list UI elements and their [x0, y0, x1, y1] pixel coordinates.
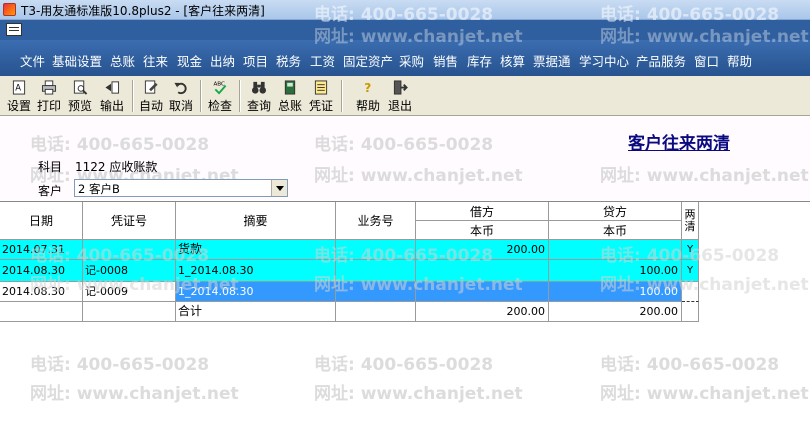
- export-icon: [105, 81, 120, 94]
- col-header-business-no[interactable]: 业务号: [336, 202, 416, 240]
- menu-purchase[interactable]: 采购: [399, 51, 424, 70]
- cancel-button[interactable]: 取消: [167, 78, 195, 114]
- menu-bills[interactable]: 票据通: [533, 51, 571, 70]
- query-button[interactable]: 查询: [245, 78, 273, 114]
- svg-text:?: ?: [364, 81, 371, 95]
- subject-value: 1122 应收账款: [75, 160, 158, 174]
- col-header-debit[interactable]: 借方: [416, 202, 549, 221]
- menu-help[interactable]: 帮助: [727, 51, 752, 70]
- customer-select-value: 2 客户B: [78, 182, 120, 196]
- menu-accounts[interactable]: 往来: [143, 51, 168, 70]
- menu-cash[interactable]: 现金: [177, 51, 202, 70]
- total-label: 合计: [176, 302, 336, 322]
- settings-button[interactable]: A 设置: [5, 78, 33, 114]
- menu-fixed-assets[interactable]: 固定资产: [343, 51, 393, 70]
- menu-cashier[interactable]: 出纳: [210, 51, 235, 70]
- menu-file[interactable]: 文件: [20, 51, 45, 70]
- cell-business-no[interactable]: [336, 240, 416, 260]
- cell-voucher-no[interactable]: [83, 240, 176, 260]
- customer-label: 客户: [38, 184, 63, 198]
- auto-button[interactable]: 自动: [137, 78, 165, 114]
- menu-ledger[interactable]: 总账: [110, 51, 135, 70]
- help-icon: ?: [364, 81, 371, 95]
- customer-select[interactable]: 2 客户B: [74, 179, 288, 197]
- total-credit: 200.00: [549, 302, 682, 322]
- settings-icon: A: [12, 80, 26, 95]
- preview-button[interactable]: 预览: [66, 78, 94, 114]
- cell-debit[interactable]: [416, 260, 549, 282]
- app-icon: [3, 3, 16, 16]
- chevron-down-icon[interactable]: [271, 180, 287, 196]
- undo-icon: [174, 82, 187, 95]
- report-title: 客户往来两清: [628, 134, 730, 154]
- cell-date[interactable]: 2014.08.30: [0, 260, 83, 282]
- ledger-button[interactable]: 总账: [276, 78, 304, 114]
- cell-debit[interactable]: 200.00: [416, 240, 549, 260]
- cell-debit[interactable]: [416, 282, 549, 302]
- cell-credit[interactable]: [549, 240, 682, 260]
- menu-payroll[interactable]: 工资: [310, 51, 335, 70]
- cell-date[interactable]: 2014.07.31: [0, 240, 83, 260]
- cell-cleared[interactable]: Y: [682, 260, 699, 282]
- toolbar: A 设置 打印 预览 输出 自动 取消 ABC 检查 查询 总账 凭证 ? 帮助…: [0, 76, 810, 116]
- col-header-credit[interactable]: 贷方: [549, 202, 682, 221]
- document-icon[interactable]: [6, 23, 22, 36]
- cell-summary[interactable]: 货款: [176, 240, 336, 260]
- col-header-voucher-no[interactable]: 凭证号: [83, 202, 176, 240]
- cell-credit[interactable]: 100.00: [549, 260, 682, 282]
- menu-products[interactable]: 产品服务: [636, 51, 686, 70]
- printer-icon: [41, 80, 57, 95]
- title-bar: T3-用友通标准版10.8plus2 - [客户往来两清]: [0, 0, 810, 20]
- menu-costing[interactable]: 核算: [500, 51, 525, 70]
- help-button[interactable]: ? 帮助: [354, 78, 382, 114]
- menu-sales[interactable]: 销售: [433, 51, 458, 70]
- col-header-cleared[interactable]: 两清: [682, 202, 699, 240]
- cell-cleared[interactable]: [682, 282, 699, 302]
- cell-summary[interactable]: 1_2014.08.30: [176, 282, 336, 302]
- menu-window[interactable]: 窗口: [694, 51, 719, 70]
- menu-project[interactable]: 项目: [243, 51, 268, 70]
- menu-tax[interactable]: 税务: [276, 51, 301, 70]
- spellcheck-icon: ABC: [213, 82, 227, 95]
- auto-icon: [144, 80, 158, 94]
- print-button[interactable]: 打印: [35, 78, 63, 114]
- mdi-strip: [0, 20, 810, 40]
- cell-voucher-no[interactable]: 记-0008: [83, 260, 176, 282]
- cell-voucher-no[interactable]: 记-0009: [83, 282, 176, 302]
- cell-cleared[interactable]: Y: [682, 240, 699, 260]
- col-header-debit-currency[interactable]: 本币: [416, 221, 549, 240]
- total-debit: 200.00: [416, 302, 549, 322]
- voucher-button[interactable]: 凭证: [307, 78, 335, 114]
- cell-credit[interactable]: 100.00: [549, 282, 682, 302]
- svg-text:ABC: ABC: [213, 82, 225, 88]
- exit-icon: [393, 80, 408, 95]
- menu-learning[interactable]: 学习中心: [579, 51, 629, 70]
- cell-summary[interactable]: 1_2014.08.30: [176, 260, 336, 282]
- exit-button[interactable]: 退出: [386, 78, 414, 114]
- svg-text:A: A: [15, 82, 21, 92]
- menu-inventory[interactable]: 库存: [467, 51, 492, 70]
- ledger-icon: [284, 80, 296, 95]
- menu-bar: 文件 基础设置 总账 往来 现金 出纳 项目 税务 工资 固定资产 采购 销售 …: [0, 40, 810, 76]
- subject-label: 科目: [38, 160, 63, 174]
- voucher-icon: [314, 80, 328, 95]
- col-header-credit-currency[interactable]: 本币: [549, 221, 682, 240]
- col-header-date[interactable]: 日期: [0, 202, 83, 240]
- clearing-table: 日期 凭证号 摘要 业务号 借方 本币 贷方 本币 两清 2014.07.31 …: [0, 201, 810, 427]
- cell-business-no[interactable]: [336, 282, 416, 302]
- col-header-summary[interactable]: 摘要: [176, 202, 336, 240]
- window-title: T3-用友通标准版10.8plus2 - [客户往来两清]: [21, 4, 265, 18]
- binoculars-icon: [251, 81, 267, 94]
- cell-date[interactable]: 2014.08.30: [0, 282, 83, 302]
- cell-business-no[interactable]: [336, 260, 416, 282]
- preview-icon: [73, 80, 88, 95]
- export-button[interactable]: 输出: [97, 78, 127, 114]
- check-button[interactable]: ABC 检查: [206, 78, 234, 114]
- menu-basic-settings[interactable]: 基础设置: [52, 51, 102, 70]
